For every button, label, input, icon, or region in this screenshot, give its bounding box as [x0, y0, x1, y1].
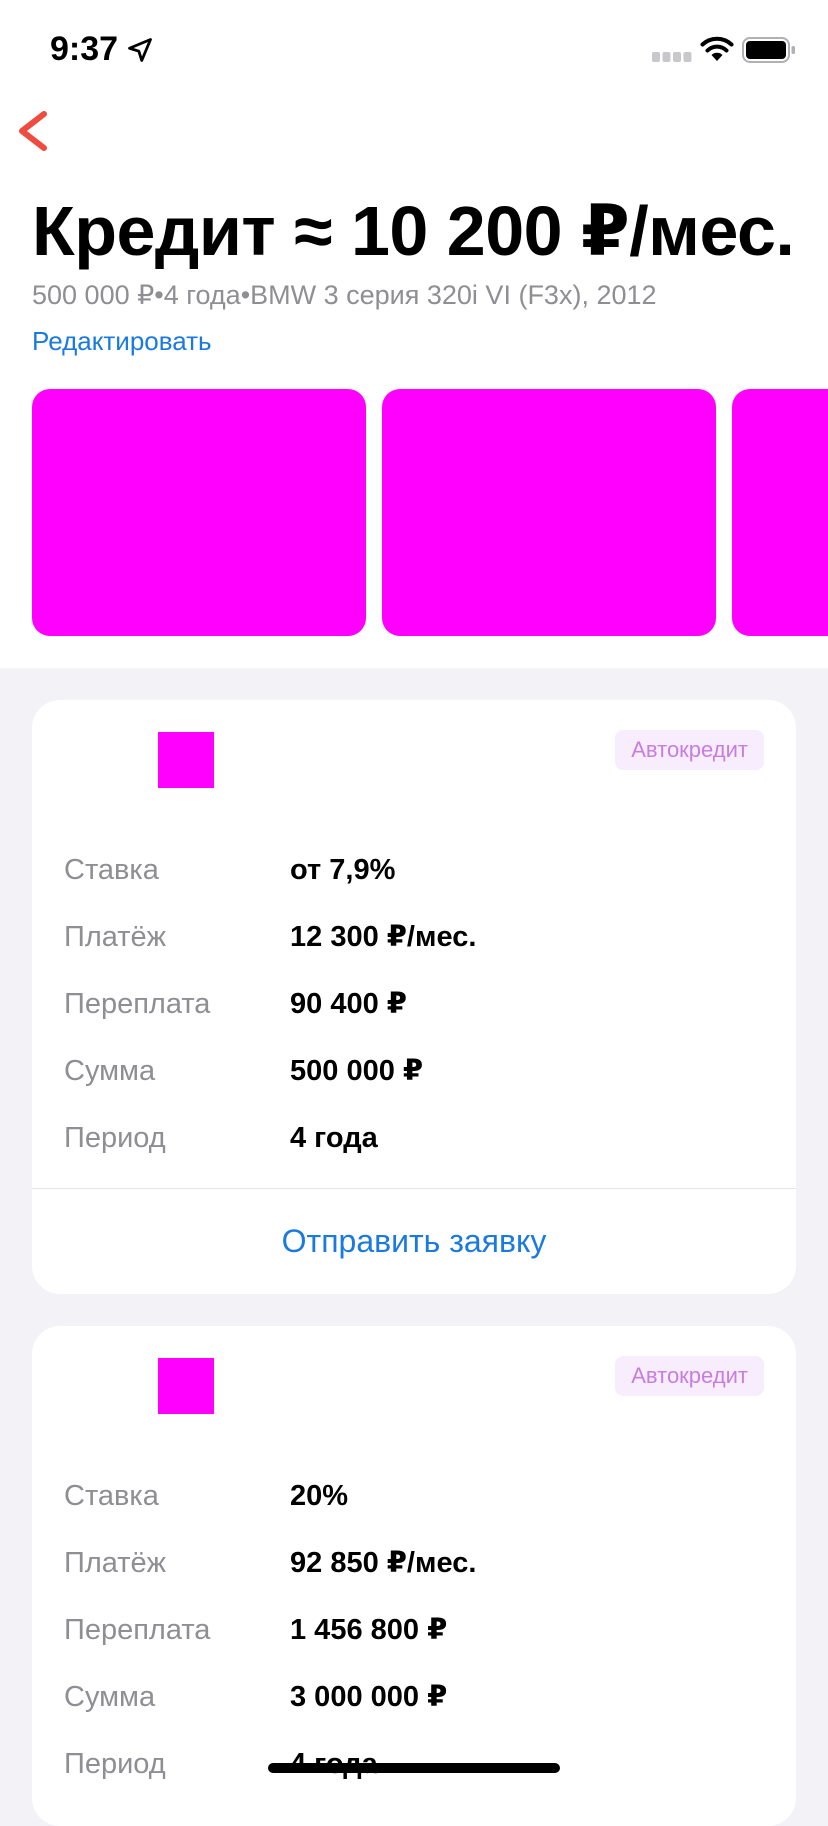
home-indicator: [268, 1763, 560, 1773]
row-value: от 7,9%: [290, 854, 396, 886]
loan-summary: 500 000 ₽•4 года•BMW 3 серия 320i VI (F3…: [32, 280, 657, 310]
row-label: Ставка: [64, 1480, 159, 1512]
row-value: 500 000 ₽: [290, 1055, 424, 1087]
row-label: Платёж: [64, 921, 167, 953]
status-bar: 9:37: [0, 0, 828, 100]
offer-card: Автокредит Ставка от 7,9% Платёж 12 300 …: [32, 700, 796, 1294]
row-label: Сумма: [64, 1681, 156, 1713]
row-label: Ставка: [64, 854, 159, 886]
row-label: Переплата: [64, 1614, 211, 1646]
location-arrow-icon: [128, 38, 152, 62]
chevron-left-icon: [19, 111, 47, 151]
header-section: 9:37 Кредит ≈ 10 200 ₽/мес. 500 000 ₽•4 …: [0, 0, 828, 668]
banner-card[interactable]: [732, 389, 828, 636]
offer-type-badge: Автокредит: [615, 730, 764, 770]
wifi-icon: [700, 36, 734, 61]
banner-carousel[interactable]: [32, 389, 828, 636]
status-time: 9:37: [50, 30, 119, 68]
row-value: 90 400 ₽: [290, 988, 407, 1020]
banner-card[interactable]: [382, 389, 716, 636]
edit-link[interactable]: Редактировать: [32, 326, 212, 357]
row-label: Платёж: [64, 1547, 167, 1579]
row-label: Переплата: [64, 988, 211, 1020]
bank-logo: [158, 1358, 214, 1414]
cellular-signal-icon: [652, 52, 692, 62]
row-label: Сумма: [64, 1055, 156, 1087]
back-button[interactable]: [12, 100, 68, 164]
banner-card[interactable]: [32, 389, 366, 636]
row-label: Период: [64, 1748, 166, 1780]
row-value: 12 300 ₽/мес.: [290, 921, 477, 953]
offer-card: Автокредит Ставка 20% Платёж 92 850 ₽/ме…: [32, 1326, 796, 1826]
row-value: 1 456 800 ₽: [290, 1614, 448, 1646]
bank-logo: [158, 732, 214, 788]
row-value: 20%: [290, 1480, 349, 1512]
row-value: 3 000 000 ₽: [290, 1681, 448, 1713]
row-value: 92 850 ₽/мес.: [290, 1547, 477, 1579]
page-title: Кредит ≈ 10 200 ₽/мес.: [32, 192, 795, 270]
submit-application-button[interactable]: Отправить заявку: [32, 1189, 796, 1294]
row-value: 4 года: [290, 1122, 378, 1154]
row-label: Период: [64, 1122, 166, 1154]
battery-icon: [742, 37, 795, 63]
offer-type-badge: Автокредит: [615, 1356, 764, 1396]
